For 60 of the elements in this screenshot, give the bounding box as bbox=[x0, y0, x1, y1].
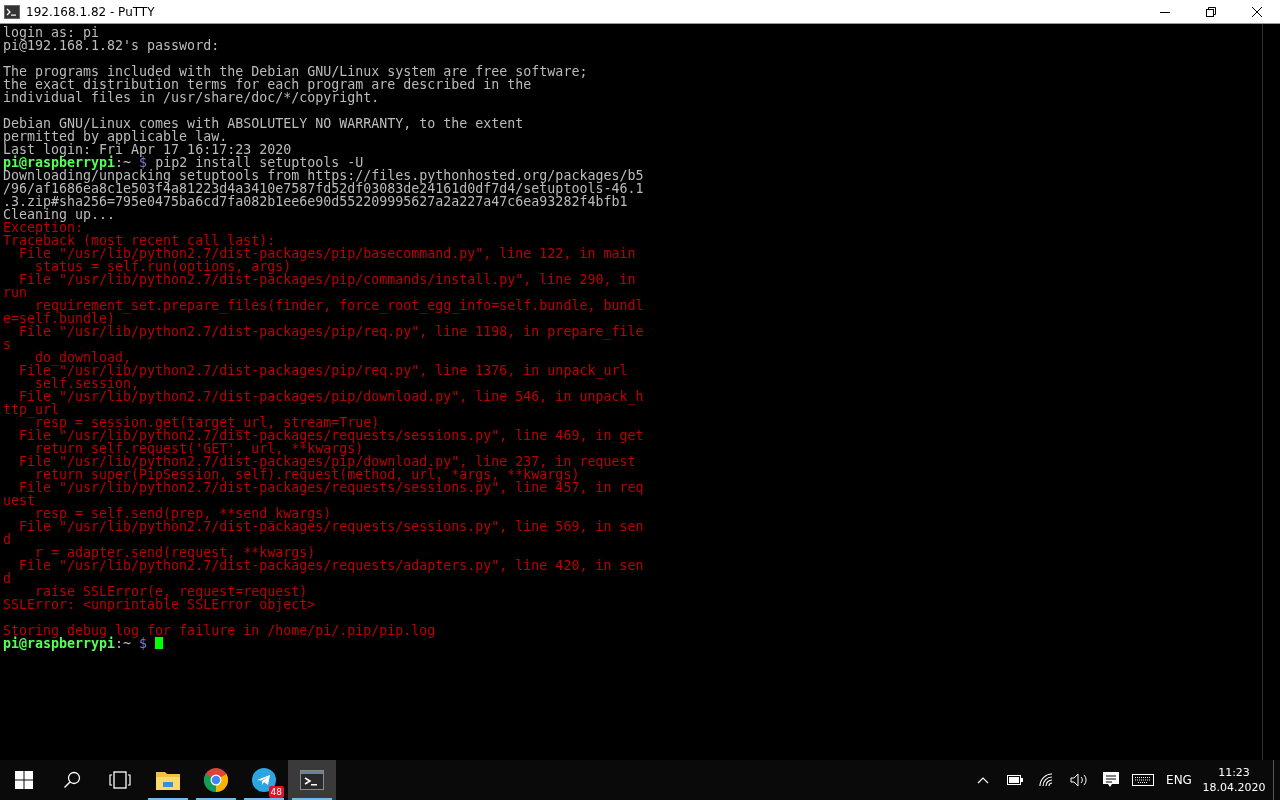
terminal-line: Cleaning up... bbox=[3, 208, 116, 221]
error-line: d bbox=[3, 533, 12, 546]
error-line: requirement_set.prepare_files(finder, force_root_egg_info=self.bundle, bundl bbox=[35, 299, 645, 312]
terminal-icon bbox=[300, 770, 324, 790]
error-line: s bbox=[3, 338, 12, 351]
error-line: e=self.bundle) bbox=[3, 312, 116, 325]
terminal-line: permitted by applicable law. bbox=[3, 130, 229, 143]
error-line: File "/usr/lib/python2.7/dist-packages/pip/download.py", line 237, in request bbox=[18, 455, 637, 468]
error-line: File "/usr/lib/python2.7/dist-packages/requests/sessions.py", line 457, in req bbox=[18, 481, 645, 494]
prompt-line: pi@raspberrypi:~ $ pip2 install setuptools -U bbox=[3, 155, 364, 170]
error-line: d bbox=[3, 572, 12, 585]
error-line: resp = session.get(target_url, stream=True) bbox=[35, 416, 380, 429]
search-icon bbox=[63, 771, 81, 789]
error-line: uest bbox=[3, 494, 37, 507]
terminal-line: Debian GNU/Linux comes with ABSOLUTELY NO WARRANTY, to the extent bbox=[3, 117, 525, 130]
error-line: File "/usr/lib/python2.7/dist-packages/pip/req.py", line 1198, in prepare_file bbox=[19, 325, 645, 338]
error-line: File "/usr/lib/python2.7/dist-packages/requests/sessions.py", line 469, in get bbox=[18, 429, 645, 442]
error-line: Traceback (most recent call last): bbox=[3, 234, 276, 247]
window-title: 192.168.1.82 - PuTTY bbox=[26, 4, 155, 19]
error-line: r = adapter.send(request, **kwargs) bbox=[35, 546, 316, 559]
terminal-line: login as: pi bbox=[3, 26, 100, 39]
terminal-app-icon bbox=[4, 4, 20, 19]
error-line: File "/usr/lib/python2.7/dist-packages/pip/basecommand.py", line 122, in main bbox=[18, 247, 637, 260]
terminal-line: The programs included with the Debian GNU/Linux system are free software; bbox=[3, 65, 589, 78]
error-line: ttp_url bbox=[3, 403, 61, 416]
error-line: Storing debug log for failure in /home/pi/.pip/pip.log bbox=[3, 624, 437, 637]
folder-icon bbox=[156, 770, 180, 790]
browser-icon bbox=[204, 768, 228, 792]
clock[interactable]: 11:23 18.04.2020 bbox=[1199, 760, 1269, 800]
windows-logo-icon bbox=[15, 771, 33, 789]
terminal-line: individual files in /usr/share/doc/*/copyright. bbox=[3, 91, 381, 104]
terminal-line: /96/af1686ea8c1e503f4a81223d4a3410e7587fd52df03083de24161d0df7d4/setuptools-46.1 bbox=[3, 182, 645, 195]
terminal-line: .3.zip#sha256=795e0475ba6cd7fa082b1ee6e90d552209995627a2a227a47c6ea93282f4bfb1 bbox=[3, 195, 628, 208]
terminal-line: the exact distribution terms for each program are described in the bbox=[3, 78, 532, 91]
terminal-taskbar-button[interactable] bbox=[288, 760, 336, 800]
error-line: status = self.run(options, args) bbox=[35, 260, 292, 273]
error-line: File "/usr/lib/python2.7/dist-packages/pip/download.py", line 546, in unpack_h bbox=[19, 390, 645, 403]
notification-badge: 48 bbox=[268, 786, 284, 798]
error-line: run bbox=[3, 286, 29, 299]
error-line: return self.request('GET', url, **kwargs) bbox=[35, 442, 364, 455]
restore-icon bbox=[1206, 6, 1216, 17]
error-line: File "/usr/lib/python2.7/dist-packages/pip/req.py", line 1376, in unpack_url bbox=[18, 364, 629, 377]
terminal-line: Last login: Fri Apr 17 16:17:23 2020 bbox=[3, 143, 292, 156]
error-line: return super(PipSession, self).request(method, url, *args, **kwargs) bbox=[35, 468, 581, 481]
caret-up-icon bbox=[977, 776, 989, 784]
close-icon bbox=[1252, 6, 1262, 17]
error-line: resp = self.send(prep, **send_kwargs) bbox=[35, 507, 332, 520]
error-line: raise SSLError(e, request=request) bbox=[34, 585, 308, 598]
error-line: File "/usr/lib/python2.7/dist-packages/requests/sessions.py", line 569, in sen bbox=[18, 520, 645, 533]
messenger-taskbar-button[interactable]: 48 bbox=[240, 760, 288, 800]
terminal-line: Downloading/unpacking setuptools from https://files.pythonhosted.org/packages/b5 bbox=[3, 169, 645, 182]
error-line: File "/usr/lib/python2.7/dist-packages/pip/commands/install.py", line 290, in bbox=[18, 273, 637, 286]
task-view-icon bbox=[109, 771, 131, 789]
error-line: do_download, bbox=[35, 351, 132, 364]
error-line: self.session, bbox=[35, 377, 140, 390]
error-line: Exception: bbox=[3, 221, 84, 234]
error-line: File "/usr/lib/python2.7/dist-packages/requests/adapters.py", line 420, in sen bbox=[18, 559, 645, 572]
language-indicator[interactable]: ENG bbox=[1159, 760, 1199, 800]
error-line: SSLError: <unprintable SSLError object> bbox=[3, 598, 317, 611]
terminal-line: pi@192.168.1.82's password: bbox=[3, 39, 221, 52]
